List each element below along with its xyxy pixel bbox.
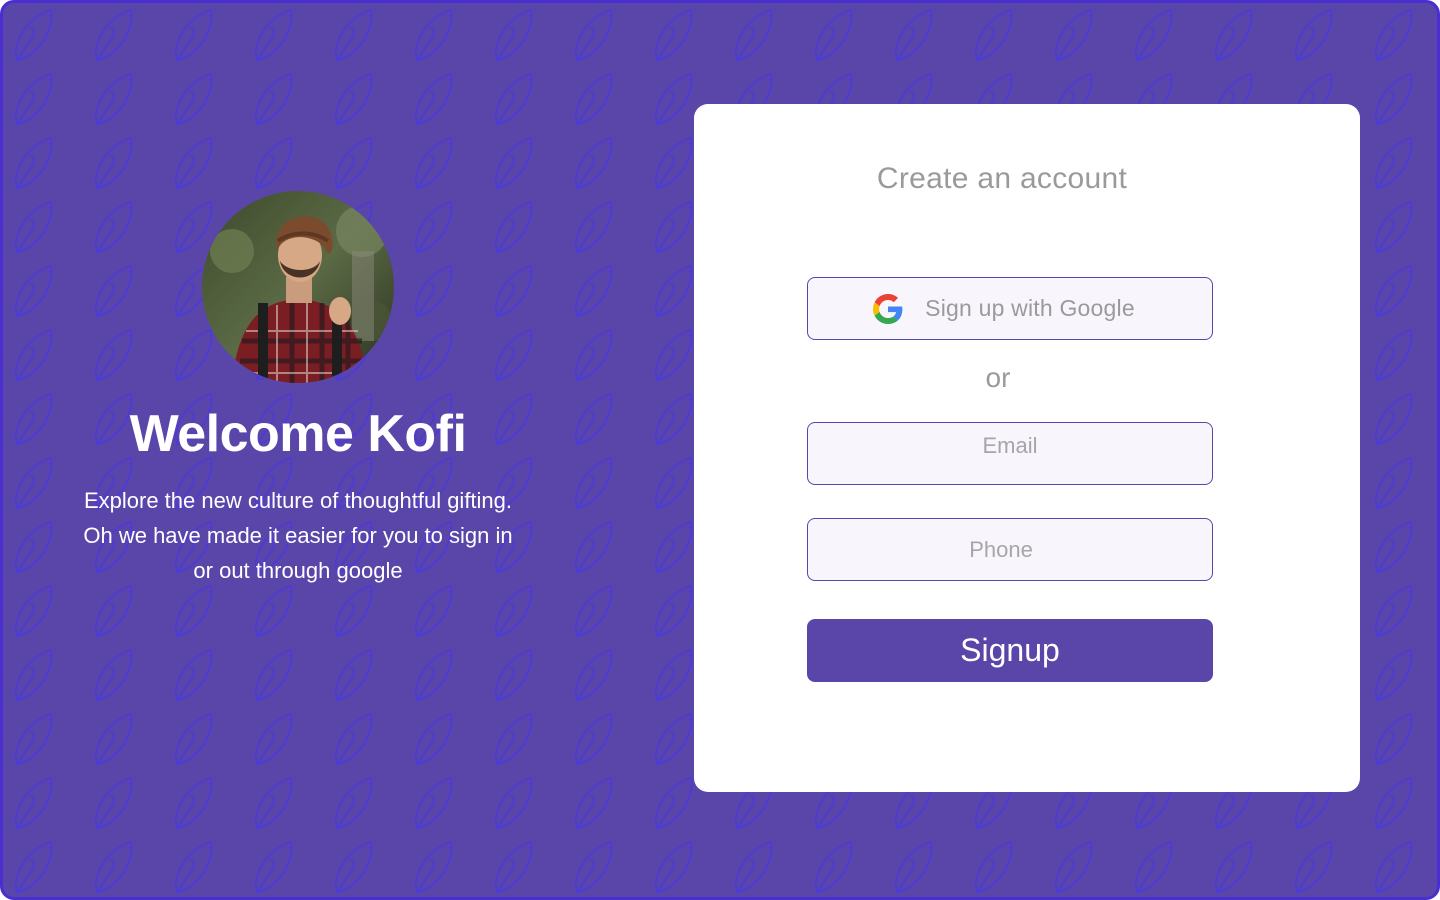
welcome-description: Explore the new culture of thoughtful gi… xyxy=(83,488,513,583)
app-frame: Welcome Kofi Explore the new culture of … xyxy=(0,0,1440,900)
google-signup-label: Sign up with Google xyxy=(925,295,1135,321)
or-divider-text: or xyxy=(985,362,1011,393)
signup-button[interactable]: Signup xyxy=(807,619,1213,682)
phone-field[interactable] xyxy=(807,518,1213,581)
welcome-title: Welcome Kofi xyxy=(129,405,467,463)
avatar xyxy=(202,191,394,383)
avatar-photo xyxy=(202,191,394,383)
signup-card: Create an account Sign up with Google or… xyxy=(694,104,1360,792)
google-icon xyxy=(873,293,903,324)
google-signup-button[interactable]: Sign up with Google xyxy=(807,277,1213,340)
card-title: Create an account xyxy=(876,162,1128,195)
email-field[interactable] xyxy=(807,422,1213,485)
welcome-panel: Welcome Kofi Explore the new culture of … xyxy=(63,191,533,588)
